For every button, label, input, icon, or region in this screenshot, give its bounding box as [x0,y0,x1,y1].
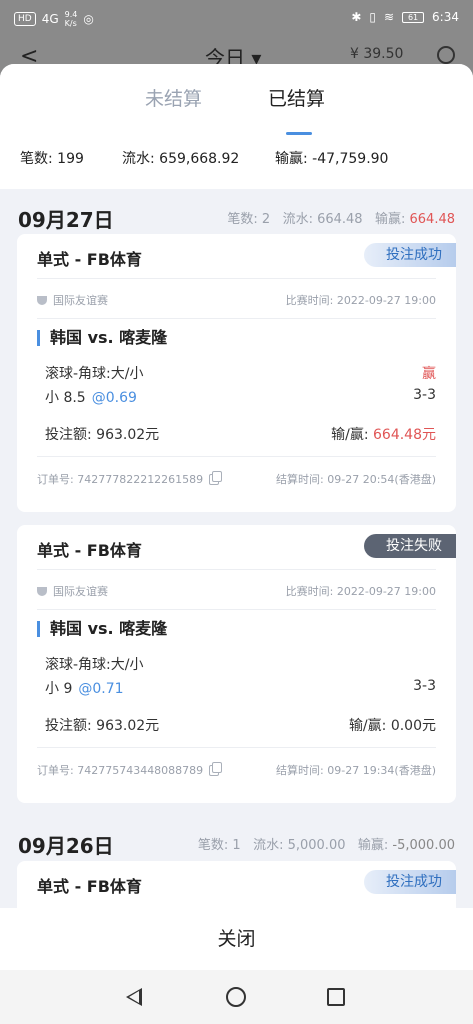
bet-card[interactable]: 单式 - FB体育 投注失败 国际友谊赛 比赛时间: 2022-09-27 19… [17,525,456,803]
winloss: 输/赢: 0.00元 [349,715,436,735]
market: 滚球-角球:大/小 [45,657,144,673]
balance: ¥ 39.50 [350,46,404,62]
bet-type: 单式 - FB体育 [37,877,142,896]
group-count-label: 笔数: [197,838,233,853]
nav-back-icon[interactable] [126,988,142,1006]
bluetooth-icon: ✱ [351,10,362,24]
group-header: 09月27日 笔数: 2 流水: 664.48 输赢: 664.48 [0,196,473,236]
system-nav-bar [0,970,473,1024]
stake: 投注额: 963.02元 [45,427,160,443]
trophy-icon [37,296,47,305]
stake: 投注额: 963.02元 [45,718,160,734]
divider [37,747,436,748]
summary-count: 笔数: 199 [20,151,84,167]
group-winloss: -5,000.00 [392,838,455,853]
odds: @0.71 [78,681,124,697]
odds: @0.69 [91,390,137,406]
signal-icon: 4G [41,12,59,26]
summary-winloss: 输赢: -47,759.90 [275,151,389,167]
match-time: 比赛时间: 2022-09-27 19:00 [285,294,436,307]
teams: 韩国 vs. 喀麦隆 [37,621,167,637]
order-number-text: 订单号: 742777822212261589 [37,473,204,486]
group-stats: 笔数: 1 流水: 5,000.00 输赢: -5,000.00 [198,834,455,853]
group-turnover: 5,000.00 [287,838,346,853]
tab-unsettled[interactable]: 未结算 [145,84,202,111]
status-badge: 投注失败 [364,534,456,558]
group-turnover: 664.48 [317,212,363,227]
settle-time: 结算时间: 09-27 19:34(香港盘) [276,764,436,777]
teams: 韩国 vs. 喀麦隆 [37,330,167,346]
result: 赢 [422,366,436,382]
trophy-icon [37,587,47,596]
league-name: 国际友谊赛 [53,294,108,307]
order-number: 订单号: 742775743448088789 [37,762,223,778]
winloss-value: 664.48元 [373,427,436,443]
selection-line: 小 9 [45,681,73,697]
bet-records-sheet: 未结算 已结算 笔数: 199 流水: 659,668.92 输赢: -47,7… [0,64,473,970]
nav-recents-icon[interactable] [327,988,345,1006]
bet-type: 单式 - FB体育 [37,541,142,560]
league: 国际友谊赛 [37,292,108,308]
copy-icon[interactable] [209,762,223,776]
settle-time: 结算时间: 09-27 20:54(香港盘) [276,473,436,486]
market: 滚球-角球:大/小 [45,366,144,382]
tabs: 未结算 已结算 [0,84,473,135]
selection: 小 8.5 @0.69 [45,387,137,407]
selection: 小 9 @0.71 [45,678,124,698]
status-badge: 投注成功 [364,870,456,894]
league-name: 国际友谊赛 [53,585,108,598]
bet-type: 单式 - FB体育 [37,250,142,269]
group-header: 09月26日 笔数: 1 流水: 5,000.00 输赢: -5,000.00 [0,822,473,862]
score: 3-3 [413,387,436,403]
balance-value: 39.50 [363,46,404,62]
group-turnover-label: 流水: [282,212,318,227]
tab-active-indicator [286,132,312,135]
network-speed: 9.4 K/s [64,10,78,28]
group-turnover-label: 流水: [253,838,288,853]
status-badge: 投注成功 [364,243,456,267]
copy-icon[interactable] [209,471,223,485]
group-date: 09月26日 [18,834,114,858]
selection-line: 小 8.5 [45,390,86,406]
order-number: 订单号: 742777822212261589 [37,471,223,487]
divider [37,569,436,570]
group-winloss-label: 输赢: [374,212,410,227]
winloss: 输/赢: 664.48元 [331,424,436,444]
group-winloss: 664.48 [409,212,456,227]
group-winloss-label: 输赢: [357,838,393,853]
hd-indicator: HD [14,12,36,26]
group-count-label: 笔数: [227,212,262,227]
wifi-icon: ≋ [383,10,395,24]
bet-card[interactable]: 单式 - FB体育 投注成功 国际友谊赛 比赛时间: 2022-09-27 19… [17,234,456,512]
order-number-text: 订单号: 742775743448088789 [37,764,204,777]
close-button[interactable]: 关闭 [0,908,473,970]
divider [37,318,436,319]
sheet-header: 未结算 已结算 笔数: 199 流水: 659,668.92 输赢: -47,7… [0,64,473,189]
winloss-label: 输/赢: [348,718,391,734]
vpn-icon: ◎ [83,12,94,26]
nav-home-icon[interactable] [226,987,246,1007]
score: 3-3 [413,678,436,694]
status-bar: HD 4G 9.4 K/s ◎ ✱ ▯ ≋ 61 6:34 [0,0,473,36]
divider [37,278,436,279]
group-count: 2 [261,212,271,227]
league: 国际友谊赛 [37,583,108,599]
group-stats: 笔数: 2 流水: 664.48 输赢: 664.48 [227,208,455,227]
search-icon [437,46,455,64]
clock: 6:34 [432,10,459,24]
group-count: 1 [232,838,241,853]
summary-turnover: 流水: 659,668.92 [122,151,240,167]
group-date: 09月27日 [18,208,114,232]
winloss-value: 0.00元 [390,718,436,734]
tab-settled[interactable]: 已结算 [268,84,325,111]
winloss-label: 输/赢: [331,427,373,443]
divider [37,456,436,457]
match-time: 比赛时间: 2022-09-27 19:00 [285,585,436,598]
battery-icon: 61 [402,11,425,23]
divider [37,609,436,610]
vibrate-icon: ▯ [369,10,376,24]
